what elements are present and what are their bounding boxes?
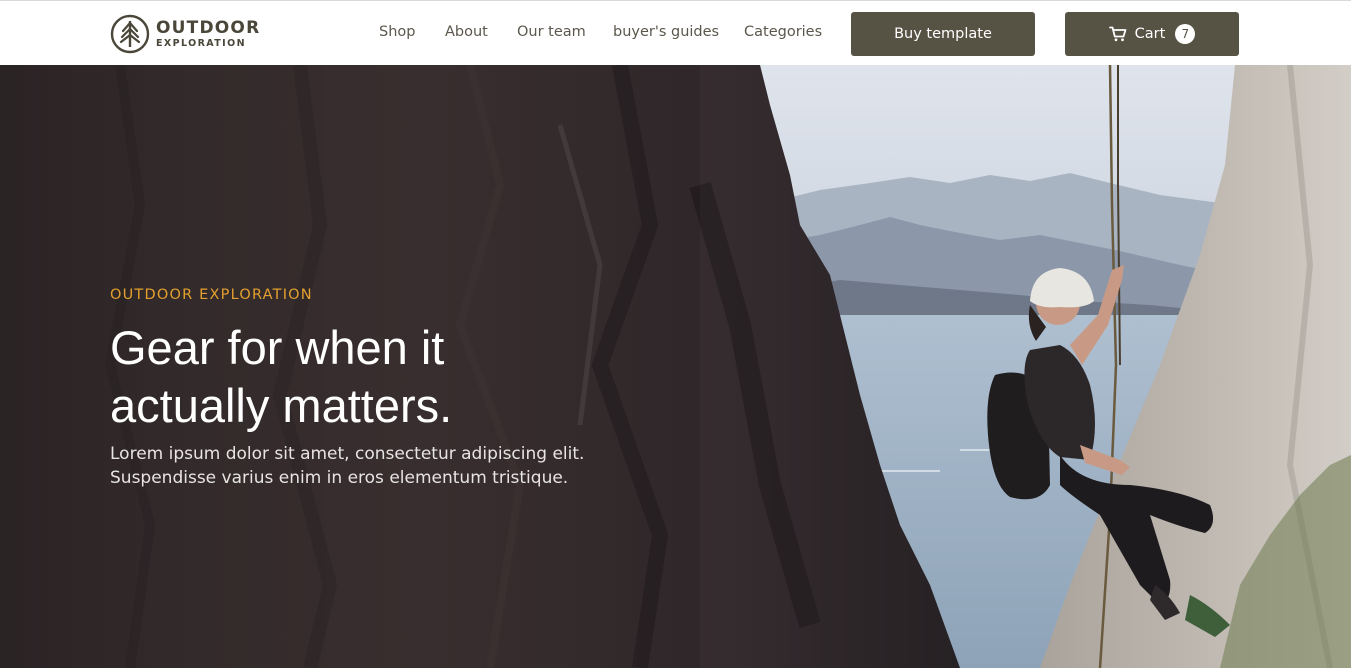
nav-link-categories[interactable]: Categories [744,24,822,40]
hero-eyebrow: OUTDOOR EXPLORATION [110,287,313,303]
cart-label: Cart [1134,26,1166,42]
nav-link-our-team[interactable]: Our team [517,24,586,40]
navbar: OUTDOOR EXPLORATION Shop About Our team … [0,0,1351,65]
nav-link-buyers-guides[interactable]: buyer's guides [613,24,719,40]
buy-template-button[interactable]: Buy template [851,12,1035,56]
page: OUTDOOR EXPLORATION Shop About Our team … [0,0,1351,668]
cart-count-badge: 7 [1175,24,1196,44]
shopping-cart-icon [1108,26,1127,42]
nav-link-shop[interactable]: Shop [379,24,415,40]
hero-section: OUTDOOR EXPLORATION Gear for when it act… [0,65,1351,668]
hero-subtext: Lorem ipsum dolor sit amet, consectetur … [110,444,585,488]
hero-headline: Gear for when it actually matters. [110,321,453,432]
nav-link-about[interactable]: About [445,24,488,40]
cart-button[interactable]: Cart 7 [1065,12,1239,56]
